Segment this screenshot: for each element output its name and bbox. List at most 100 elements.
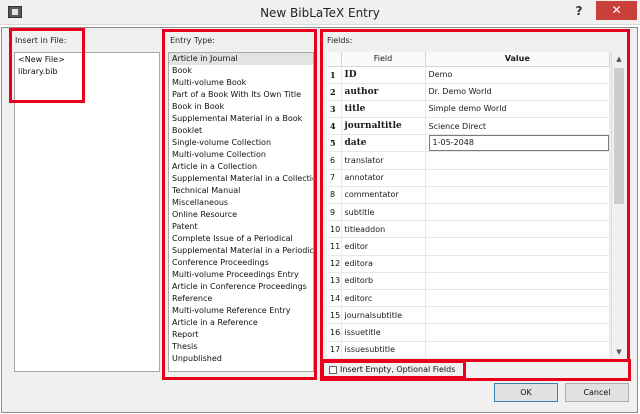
entry-type-item[interactable]: Conference Proceedings: [169, 257, 313, 269]
entry-type-list[interactable]: Article in Journal Book Multi-volume Book P…: [168, 52, 314, 372]
entry-type-label: Entry Type:: [170, 36, 215, 45]
field-value[interactable]: [425, 306, 610, 325]
field-value[interactable]: Dr. Demo World: [425, 83, 610, 101]
field-name: titleaddon: [341, 220, 426, 239]
table-row[interactable]: 13 editorb: [327, 272, 610, 290]
entry-type-item[interactable]: Multi-volume Proceedings Entry: [169, 269, 313, 281]
entry-type-item[interactable]: Reference: [169, 293, 313, 305]
field-value[interactable]: [425, 341, 610, 359]
value-column-header[interactable]: Value: [425, 52, 610, 67]
entry-type-item[interactable]: Supplemental Material in a Collection: [169, 173, 313, 185]
table-row[interactable]: 2 author Dr. Demo World: [327, 83, 610, 101]
entry-type-item[interactable]: Multi-volume Reference Entry: [169, 305, 313, 317]
entry-type-item[interactable]: Article in a Collection: [169, 161, 313, 173]
field-value-editor[interactable]: 1-05-2048: [428, 135, 609, 152]
table-row[interactable]: 8 commentator: [327, 186, 610, 205]
entry-type-item[interactable]: Report: [169, 329, 313, 341]
entry-type-item[interactable]: Thesis: [169, 341, 313, 353]
row-number: 2: [327, 83, 342, 101]
cancel-button[interactable]: Cancel: [565, 383, 629, 402]
fields-scrollbar[interactable]: ▲ ▼: [611, 52, 625, 359]
field-value[interactable]: [425, 237, 610, 256]
entry-type-item[interactable]: Patent: [169, 221, 313, 233]
table-row[interactable]: 5 date 1-05-2048: [327, 134, 610, 153]
field-name: editora: [341, 255, 426, 273]
entry-type-item[interactable]: Article in Conference Proceedings: [169, 281, 313, 293]
field-value[interactable]: Simple demo World: [425, 100, 610, 119]
table-row[interactable]: 10 titleaddon: [327, 220, 610, 239]
field-value[interactable]: [425, 272, 610, 290]
insert-in-file-list[interactable]: <New File> library.bib: [14, 52, 160, 372]
field-value[interactable]: [425, 220, 610, 239]
scroll-thumb[interactable]: [614, 68, 624, 204]
close-button[interactable]: ✕: [596, 1, 637, 20]
field-name: issuetitle: [341, 323, 426, 342]
entry-type-item[interactable]: Unpublished: [169, 353, 313, 365]
entry-type-item[interactable]: Booklet: [169, 125, 313, 137]
field-value[interactable]: [425, 289, 610, 308]
field-value[interactable]: 1-05-2048: [425, 134, 610, 153]
table-row[interactable]: 15 journalsubtitle: [327, 306, 610, 325]
row-number-header: [327, 52, 342, 67]
entry-type-item[interactable]: Supplemental Material in a Periodical: [169, 245, 313, 257]
ok-button[interactable]: OK: [494, 383, 558, 402]
list-item[interactable]: <New File>: [15, 54, 159, 66]
entry-type-item[interactable]: Technical Manual: [169, 185, 313, 197]
insert-empty-label[interactable]: Insert Empty, Optional Fields: [340, 365, 455, 374]
table-row[interactable]: 16 issuetitle: [327, 323, 610, 342]
entry-type-item[interactable]: Complete Issue of a Periodical: [169, 233, 313, 245]
entry-type-item[interactable]: Article in a Reference: [169, 317, 313, 329]
field-column-header[interactable]: Field: [341, 52, 426, 67]
table-row[interactable]: 4 journaltitle Science Direct: [327, 117, 610, 136]
entry-type-item[interactable]: Multi-volume Collection: [169, 149, 313, 161]
entry-type-item[interactable]: Supplemental Material in a Book: [169, 113, 313, 125]
table-row[interactable]: 14 editorc: [327, 289, 610, 308]
insert-empty-checkbox[interactable]: [329, 366, 337, 374]
row-number: 4: [327, 117, 342, 136]
row-number: 3: [327, 100, 342, 119]
field-value[interactable]: Science Direct: [425, 117, 610, 136]
table-row[interactable]: 12 editora: [327, 255, 610, 273]
entry-type-item[interactable]: Multi-volume Book: [169, 77, 313, 89]
table-row[interactable]: 17 issuesubtitle: [327, 341, 610, 359]
window-title: New BibLaTeX Entry: [260, 6, 380, 20]
title-bar: New BibLaTeX Entry ? ✕: [0, 0, 640, 25]
row-number: 6: [327, 151, 342, 170]
insert-in-file-label: Insert in File:: [15, 36, 67, 45]
field-name: date: [341, 134, 426, 153]
field-value[interactable]: [425, 169, 610, 187]
field-value[interactable]: [425, 186, 610, 205]
help-button[interactable]: ?: [572, 4, 586, 20]
field-value[interactable]: Demo: [425, 66, 610, 84]
entry-type-item[interactable]: Online Resource: [169, 209, 313, 221]
table-row[interactable]: 3 title Simple demo World: [327, 100, 610, 119]
scroll-down-icon[interactable]: ▼: [612, 345, 626, 359]
entry-type-item[interactable]: Book in Book: [169, 101, 313, 113]
field-value[interactable]: [425, 323, 610, 342]
field-name: editorb: [341, 272, 426, 290]
row-number: 12: [327, 255, 342, 273]
list-item[interactable]: library.bib: [15, 66, 159, 78]
table-row[interactable]: 6 translator: [327, 151, 610, 170]
field-value[interactable]: [425, 151, 610, 170]
entry-type-item[interactable]: Single-volume Collection: [169, 137, 313, 149]
row-number: 15: [327, 306, 342, 325]
field-value[interactable]: [425, 255, 610, 273]
scroll-up-icon[interactable]: ▲: [612, 52, 626, 66]
field-name: editorc: [341, 289, 426, 308]
row-number: 5: [327, 134, 342, 153]
table-row[interactable]: 7 annotator: [327, 169, 610, 187]
row-number: 11: [327, 237, 342, 256]
row-number: 14: [327, 289, 342, 308]
field-name: commentator: [341, 186, 426, 205]
entry-type-item[interactable]: Miscellaneous: [169, 197, 313, 209]
field-value[interactable]: [425, 203, 610, 222]
entry-type-item[interactable]: Book: [169, 65, 313, 77]
field-name: subtitle: [341, 203, 426, 222]
table-row[interactable]: 9 subtitle: [327, 203, 610, 222]
field-name: annotator: [341, 169, 426, 187]
table-row[interactable]: 11 editor: [327, 237, 610, 256]
entry-type-item[interactable]: Part of a Book With Its Own Title: [169, 89, 313, 101]
table-row[interactable]: 1 ID Demo: [327, 66, 610, 84]
entry-type-item[interactable]: Article in Journal: [169, 53, 313, 65]
